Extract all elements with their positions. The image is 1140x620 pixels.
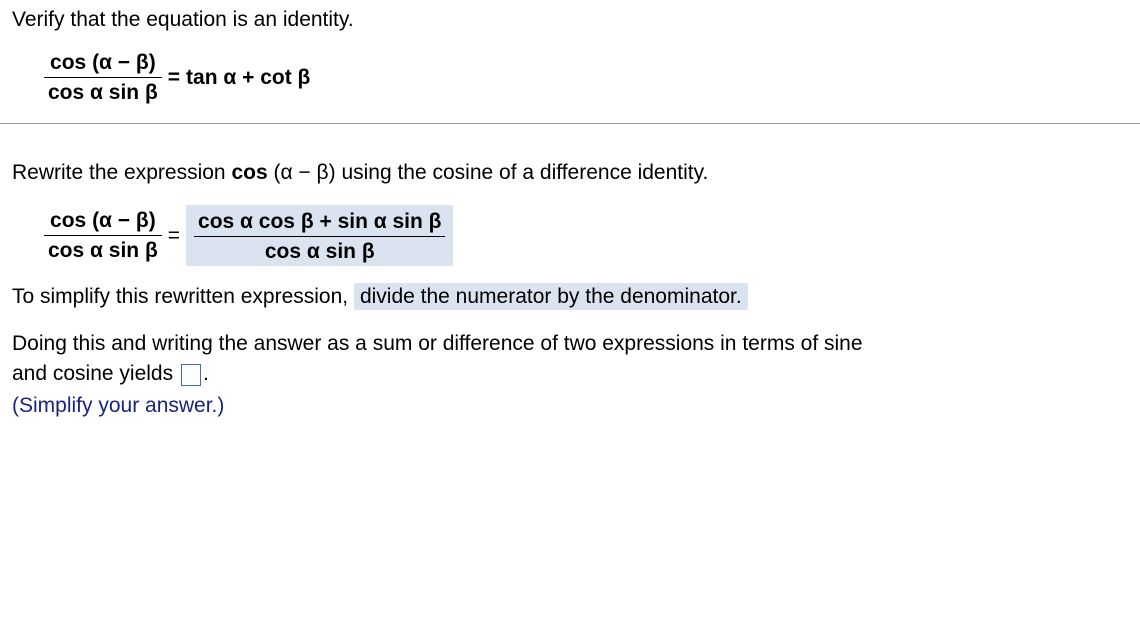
divider bbox=[0, 123, 1140, 124]
text-line-2b: . bbox=[203, 362, 209, 385]
equals-sign-2: = bbox=[168, 223, 180, 248]
text-line-2a: and cosine yields bbox=[12, 362, 179, 385]
text-fragment: (α − β) bbox=[268, 161, 342, 184]
rhs-numerator: cos α cos β + sin α sin β bbox=[194, 209, 445, 237]
lhs-denominator-2: cos α sin β bbox=[44, 236, 162, 263]
rhs-expression: tan α + cot β bbox=[186, 65, 310, 90]
work-area: Rewrite the expression cos (α − β) using… bbox=[0, 134, 1140, 429]
lhs-numerator: cos (α − β) bbox=[44, 50, 162, 78]
lhs-denominator: cos α sin β bbox=[44, 78, 162, 105]
instruction-text: Verify that the equation is an identity. bbox=[12, 8, 1128, 32]
text-fragment: Rewrite the expression bbox=[12, 161, 231, 184]
text-fragment-bold: cos bbox=[231, 161, 267, 184]
text-fragment: using the cosine of a difference identit… bbox=[341, 161, 708, 184]
text-fragment: To simplify this rewritten expression, bbox=[12, 285, 354, 308]
expanded-fraction-highlight: cos α cos β + sin α sin β cos α sin β bbox=[186, 205, 453, 266]
answer-prompt: Doing this and writing the answer as a s… bbox=[12, 329, 1128, 390]
rhs-denominator: cos α sin β bbox=[194, 237, 445, 264]
rewrite-instruction: Rewrite the expression cos (α − β) using… bbox=[12, 158, 1128, 188]
highlighted-action: divide the numerator by the denominator. bbox=[354, 283, 748, 310]
lhs-numerator-2: cos (α − β) bbox=[44, 208, 162, 236]
problem-statement: Verify that the equation is an identity.… bbox=[0, 0, 1140, 117]
lhs-fraction: cos (α − β) cos α sin β bbox=[44, 50, 162, 105]
rhs-fraction: cos α cos β + sin α sin β cos α sin β bbox=[194, 209, 445, 264]
simplify-instruction: To simplify this rewritten expression, d… bbox=[12, 282, 1128, 312]
identity-equation: cos (α − β) cos α sin β = tan α + cot β bbox=[44, 50, 1128, 105]
rewritten-equation: cos (α − β) cos α sin β = cos α cos β + … bbox=[44, 205, 1128, 266]
lhs-fraction-2: cos (α − β) cos α sin β bbox=[44, 208, 162, 263]
answer-input[interactable] bbox=[181, 364, 201, 386]
equals-sign: = bbox=[168, 65, 180, 90]
text-line-1: Doing this and writing the answer as a s… bbox=[12, 332, 863, 355]
simplify-hint: (Simplify your answer.) bbox=[12, 394, 1128, 418]
